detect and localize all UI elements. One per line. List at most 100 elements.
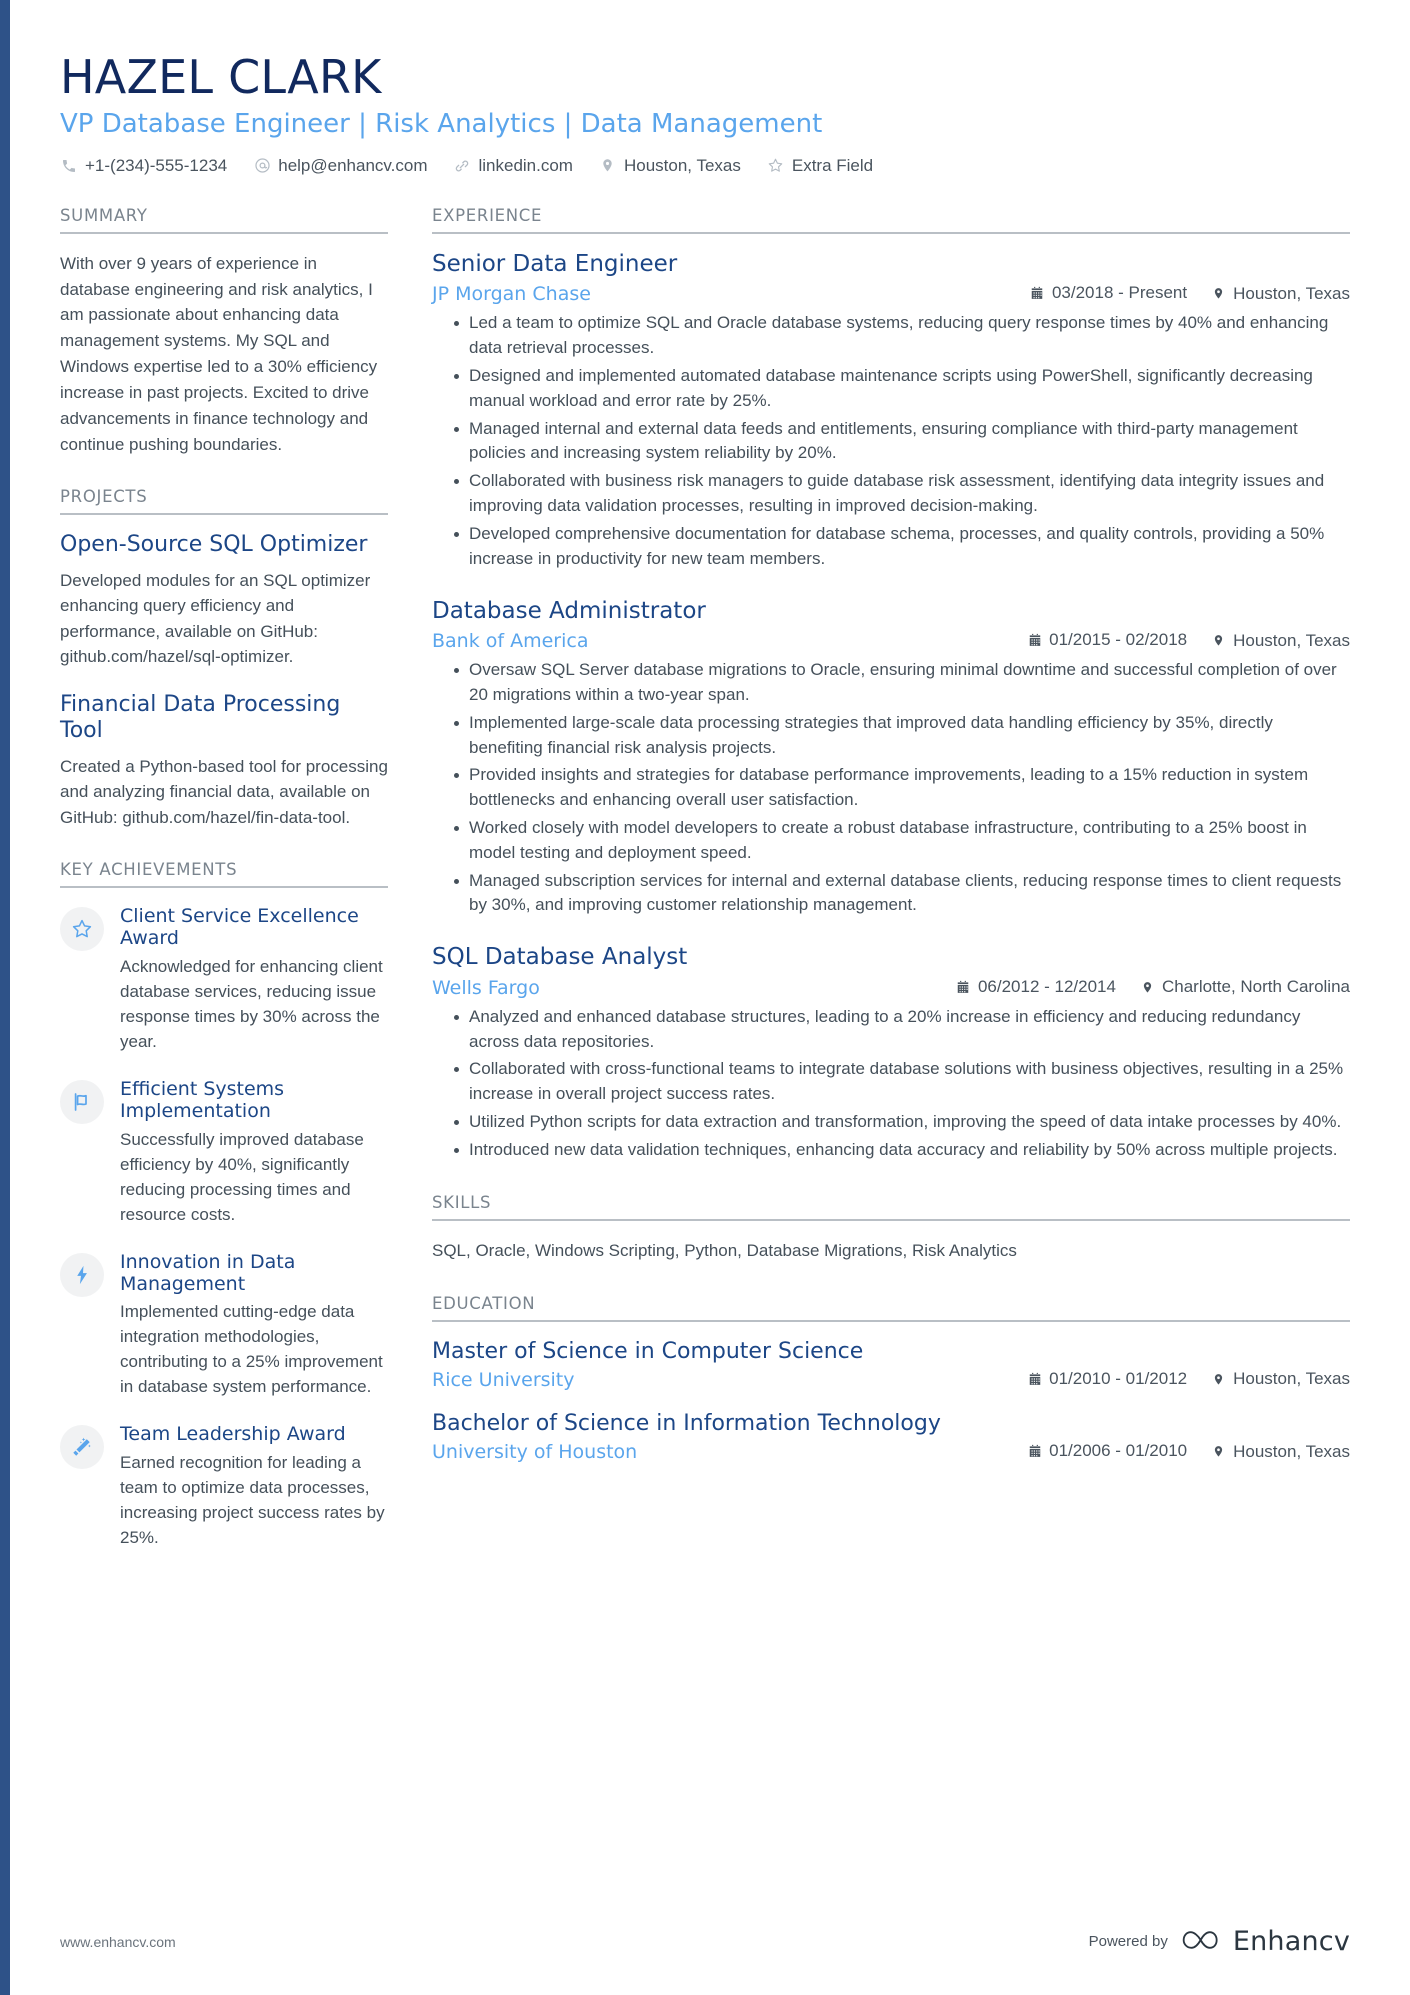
job-company: Bank of America [432, 630, 589, 653]
contact-email[interactable]: help@enhancv.com [253, 156, 427, 176]
star-outline-icon [70, 917, 94, 941]
achievement-badge [60, 1079, 104, 1124]
achievement-body: Efficient Systems Implementation Success… [120, 1078, 388, 1228]
sidebar-column: SUMMARY With over 9 years of experience … [60, 206, 410, 1551]
education-location-text: Houston, Texas [1233, 1441, 1350, 1461]
education-item: Master of Science in Computer Science Ri… [432, 1339, 1350, 1391]
job-bullet: Managed subscription services for intern… [454, 869, 1350, 919]
job-location: Charlotte, North Carolina [1140, 977, 1350, 997]
job-bullet: Led a team to optimize SQL and Oracle da… [454, 311, 1350, 361]
achievement-description: Acknowledged for enhancing client databa… [120, 956, 383, 1051]
project-description: Created a Python-based tool for processi… [60, 756, 388, 827]
link-icon [453, 157, 471, 175]
star-icon [767, 157, 785, 175]
achievement-title: Client Service Excellence Award [120, 905, 359, 950]
job-bullet: Implemented large-scale data processing … [454, 711, 1350, 761]
contact-linkedin[interactable]: linkedin.com [453, 156, 573, 176]
lightning-bolt-icon [71, 1264, 93, 1286]
education-school: University of Houston [432, 1441, 638, 1464]
achievement-body: Innovation in Data Management Implemente… [120, 1251, 388, 1401]
achievement-badge [60, 907, 104, 952]
email-icon [253, 157, 271, 175]
job-company: Wells Fargo [432, 976, 540, 999]
job-bullet: Managed internal and external data feeds… [454, 417, 1350, 467]
project-name: Financial Data Processing Tool [60, 691, 341, 744]
enhancv-logo-icon [1180, 1927, 1224, 1956]
education-meta: Rice University 01/2010 - 01/2012 Housto… [432, 1369, 1350, 1391]
education-degree: Bachelor of Science in Information Techn… [432, 1410, 941, 1436]
achievement-item: Innovation in Data Management Implemente… [60, 1251, 388, 1401]
job-position: SQL Database Analyst [432, 944, 688, 971]
job-location-text: Houston, Texas [1233, 283, 1350, 303]
resume-page: HAZEL CLARK VP Database Engineer | Risk … [0, 0, 1410, 1995]
job-bullets: Analyzed and enhanced database structure… [432, 1005, 1350, 1163]
page-title: HAZEL CLARK [60, 50, 382, 104]
headline: VP Database Engineer | Risk Analytics | … [60, 108, 823, 139]
job-location-text: Houston, Texas [1233, 630, 1350, 650]
achievement-body: Client Service Excellence Award Acknowle… [120, 905, 388, 1055]
education-dates-text: 01/2010 - 01/2012 [1049, 1368, 1188, 1388]
location-pin-icon [599, 157, 617, 175]
summary-text: With over 9 years of experience in datab… [60, 253, 378, 454]
achievement-body: Team Leadership Award Earned recognition… [120, 1423, 388, 1550]
job-dates-text: 01/2015 - 02/2018 [1049, 630, 1188, 650]
calendar-icon [956, 979, 971, 994]
job-bullet: Worked closely with model developers to … [454, 816, 1350, 866]
main-column: EXPERIENCE Senior Data Engineer JP Morga… [410, 206, 1350, 1463]
section-title-projects: PROJECTS [60, 487, 388, 516]
enhancv-brand: Enhancv [1180, 1926, 1350, 1957]
education-meta: University of Houston 01/2006 - 01/2010 [432, 1441, 1350, 1463]
project-item: Financial Data Processing Tool Created a… [60, 692, 388, 830]
skills-text: SQL, Oracle, Windows Scripting, Python, … [432, 1240, 1017, 1260]
enhancv-brand-name: Enhancv [1232, 1926, 1350, 1957]
contact-location[interactable]: Houston, Texas [599, 156, 741, 176]
job-bullet: Utilized Python scripts for data extract… [454, 1110, 1350, 1135]
calendar-icon [1027, 1371, 1042, 1386]
section-key-achievements: KEY ACHIEVEMENTS Client Service Excellen… [60, 860, 388, 1551]
contact-location-text: Houston, Texas [623, 155, 741, 175]
job-dates: 06/2012 - 12/2014 [956, 977, 1116, 997]
job-location: Houston, Texas [1211, 631, 1350, 651]
job-location-text: Charlotte, North Carolina [1161, 977, 1350, 997]
section-title-experience: EXPERIENCE [432, 206, 1350, 234]
location-pin-icon [1211, 1444, 1226, 1459]
content-columns: SUMMARY With over 9 years of experience … [60, 206, 1350, 1551]
powered-by-label: Powered by [1088, 1933, 1168, 1950]
experience-item: SQL Database Analyst Wells Fargo 06/2012… [432, 944, 1350, 1162]
contact-linkedin-text: linkedin.com [478, 155, 573, 175]
section-title-skills: SKILLS [432, 1193, 1350, 1221]
job-dates-text: 06/2012 - 12/2014 [977, 976, 1116, 996]
job-meta: Wells Fargo 06/2012 - 12/2014 Charlotte,… [432, 977, 1350, 999]
job-dates-text: 03/2018 - Present [1051, 283, 1188, 303]
job-bullet: Collaborated with business risk managers… [454, 469, 1350, 519]
section-education: EDUCATION Master of Science in Computer … [432, 1294, 1350, 1463]
achievement-badge [60, 1252, 104, 1297]
section-title-education: EDUCATION [432, 1294, 1350, 1322]
job-location: Houston, Texas [1211, 284, 1350, 304]
contact-row: +1-(234)-555-1234 help@enhancv.com linke… [60, 156, 1350, 176]
achievement-title: Innovation in Data Management [120, 1250, 296, 1295]
location-pin-icon [1211, 1372, 1226, 1387]
experience-item: Senior Data Engineer JP Morgan Chase 03/… [432, 251, 1350, 572]
section-skills: SKILLS SQL, Oracle, Windows Scripting, P… [432, 1193, 1350, 1264]
location-pin-icon [1140, 980, 1155, 995]
project-name: Open-Source SQL Optimizer [60, 532, 368, 558]
calendar-icon [1030, 286, 1045, 301]
education-degree: Master of Science in Computer Science [432, 1338, 864, 1364]
section-summary: SUMMARY With over 9 years of experience … [60, 206, 388, 458]
education-location-text: Houston, Texas [1233, 1369, 1350, 1389]
job-bullet: Introduced new data validation technique… [454, 1138, 1350, 1163]
education-location: Houston, Texas [1211, 1369, 1350, 1389]
job-dates: 03/2018 - Present [1030, 283, 1187, 303]
experience-item: Database Administrator Bank of America 0… [432, 598, 1350, 919]
job-bullet: Oversaw SQL Server database migrations t… [454, 658, 1350, 708]
calendar-icon [1027, 633, 1042, 648]
achievement-badge [60, 1425, 104, 1470]
contact-extra-field[interactable]: Extra Field [767, 156, 873, 176]
contact-phone-text: +1-(234)-555-1234 [85, 155, 228, 175]
achievement-item: Efficient Systems Implementation Success… [60, 1078, 388, 1228]
contact-phone[interactable]: +1-(234)-555-1234 [60, 156, 227, 176]
project-description: Developed modules for an SQL optimizer e… [60, 570, 371, 667]
footer-website[interactable]: www.enhancv.com [60, 1934, 176, 1950]
job-company: JP Morgan Chase [432, 283, 591, 306]
